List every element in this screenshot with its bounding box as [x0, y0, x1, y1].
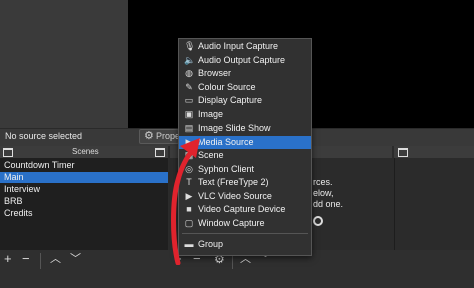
dock-float-icon[interactable] [3, 148, 13, 157]
scene-item[interactable]: Credits [0, 208, 168, 219]
menu-item-colour-source[interactable]: ✎ Colour Source [179, 81, 311, 94]
toolbar-divider [40, 253, 41, 269]
move-up-icon[interactable]: ︿ [50, 252, 61, 266]
add-scene-icon[interactable]: + [4, 252, 12, 266]
arrow-shaft [171, 145, 197, 265]
sources-hint-line: rces. [313, 177, 333, 187]
menu-item-audio-output-capture[interactable]: 🔈 Audio Output Capture [179, 54, 311, 67]
monitor-icon: ▭ [184, 95, 194, 105]
dock-float-icon[interactable] [398, 148, 408, 157]
remove-scene-icon[interactable]: − [22, 252, 30, 266]
menu-item-audio-input-capture[interactable]: 🎙 Audio Input Capture [179, 40, 311, 53]
globe-icon: ◍ [185, 68, 193, 78]
paint-brush-icon: ✎ [185, 82, 193, 92]
scene-item[interactable]: BRB [0, 196, 168, 207]
microphone-icon: 🎙 [184, 41, 196, 51]
annotation-arrow [171, 138, 200, 265]
menu-item-display-capture[interactable]: ▭ Display Capture [179, 94, 311, 107]
image-icon: ▣ [184, 109, 194, 119]
scenes-list: Countdown Timer Main Interview BRB Credi… [0, 158, 168, 250]
sources-hint-line: elow, [313, 188, 334, 198]
no-source-label: No source selected [5, 131, 83, 141]
sources-hint-line: dd one. [313, 199, 344, 209]
scene-item-selected[interactable]: Main [0, 172, 168, 183]
scene-item[interactable]: Countdown Timer [0, 160, 168, 171]
menu-item-image[interactable]: ▣ Image [179, 108, 311, 121]
move-down-icon[interactable]: ﹀ [70, 252, 81, 266]
scenes-title: Scenes [72, 147, 99, 156]
scene-item[interactable]: Interview [0, 184, 168, 195]
mixer-dock [394, 146, 474, 250]
menu-item-browser[interactable]: ◍ Browser [179, 67, 311, 80]
speaker-icon: 🔈 [184, 55, 196, 65]
add-source-hint-icon [313, 216, 323, 226]
